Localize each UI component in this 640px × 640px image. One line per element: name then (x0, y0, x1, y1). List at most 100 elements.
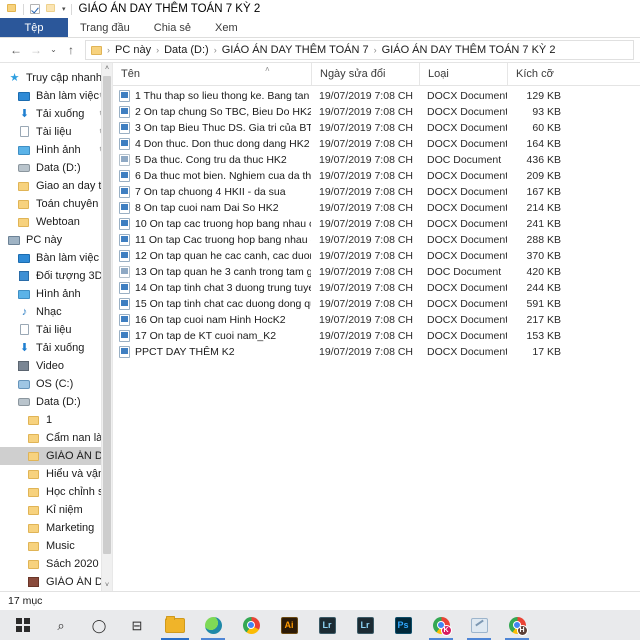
table-row[interactable]: 13 On tap quan he 3 canh trong tam giac.… (113, 264, 640, 280)
table-row[interactable]: 14 On tap tinh chat 3 duong trung tuyen … (113, 280, 640, 296)
file-explorer-button[interactable] (156, 610, 194, 640)
column-header-size[interactable]: Kích cỡ (507, 63, 567, 85)
sidebar-item[interactable]: PC này (0, 231, 112, 249)
column-header-date[interactable]: Ngày sửa đổi (311, 63, 419, 85)
table-row[interactable]: 5 Da thuc. Cong tru da thuc HK2 19/07/201… (113, 152, 640, 168)
file-name-cell[interactable]: 1 Thu thap so lieu thong ke. Bang tan so… (113, 90, 311, 102)
file-name-cell[interactable]: 3 On tap Bieu Thuc DS. Gia tri của BTDS … (113, 122, 311, 134)
sidebar-item[interactable]: Cẩm nan làm n (0, 429, 112, 447)
file-name-cell[interactable]: 10 On tap cac truong hop bang nhau cua..… (113, 218, 311, 230)
sidebar-item[interactable]: Tài liệu (0, 321, 112, 339)
file-name-cell[interactable]: 4 Don thuc. Don thuc dong dang HK2 (113, 138, 311, 150)
sidebar-item[interactable]: Marketing (0, 519, 112, 537)
sidebar-item[interactable]: ⬇ Tải xuống (0, 339, 112, 357)
sidebar-item[interactable]: 1 (0, 411, 112, 429)
chrome-button[interactable] (232, 610, 270, 640)
quick-access-folder-icon[interactable] (7, 3, 17, 15)
chrome-h-button[interactable]: H (498, 610, 536, 640)
table-row[interactable]: 11 On tap Cac truong hop bang nhau cua..… (113, 232, 640, 248)
column-header-type[interactable]: Loại (419, 63, 507, 85)
table-row[interactable]: 8 On tap cuoi nam Dai So HK2 19/07/2019 7… (113, 200, 640, 216)
tab-home[interactable]: Trang đầu (68, 18, 142, 37)
new-folder-icon[interactable] (46, 3, 56, 15)
coccoc-button[interactable] (194, 610, 232, 640)
chevron-down-icon[interactable]: ▾ (62, 6, 66, 13)
illustrator-button[interactable]: Ai (270, 610, 308, 640)
file-name-cell[interactable]: 16 On tap cuoi nam Hinh HocK2 (113, 314, 311, 326)
sidebar-item[interactable]: ⬇Tải xuống✎ (0, 105, 112, 123)
file-name-cell[interactable]: 5 Da thuc. Cong tru da thuc HK2 (113, 154, 311, 166)
file-name-cell[interactable]: 11 On tap Cac truong hop bang nhau cua..… (113, 234, 311, 246)
chevron-down-icon[interactable]: ⌄ (46, 40, 61, 60)
sidebar-item[interactable]: Data (D:) (0, 393, 112, 411)
table-row[interactable]: PPCT DAY THÊM K2 19/07/2019 7:08 CH DOCX D… (113, 344, 640, 360)
column-header-name[interactable]: Tên (113, 63, 311, 85)
file-name-cell[interactable]: 14 On tap tinh chat 3 duong trung tuyen … (113, 282, 311, 294)
tab-file[interactable]: Tệp (0, 18, 68, 37)
file-name-cell[interactable]: 8 On tap cuoi nam Dai So HK2 (113, 202, 311, 214)
search-button[interactable]: ⌕ (42, 610, 80, 640)
sidebar-item[interactable]: Hiểu và vận dụ (0, 465, 112, 483)
tab-view[interactable]: Xem (203, 18, 250, 37)
sidebar-item[interactable]: Toán chuyên 9 và (0, 195, 112, 213)
sidebar-item[interactable]: Đối tượng 3D (0, 267, 112, 285)
forward-arrow-icon[interactable]: → (26, 40, 46, 60)
table-row[interactable]: 2 On tap chung So TBC, Bieu Do HK2 19/07/… (113, 104, 640, 120)
file-name-cell[interactable]: 17 On tap de KT cuoi nam_K2 (113, 330, 311, 342)
scrollbar-thumb[interactable] (103, 76, 111, 554)
table-row[interactable]: 17 On tap de KT cuoi nam_K2 19/07/2019 7:… (113, 328, 640, 344)
breadcrumb-item-data[interactable]: Data (D:) (164, 44, 209, 56)
up-arrow-icon[interactable]: ↑ (61, 40, 81, 60)
sidebar-item[interactable]: GIÁO ÁN DAY (0, 447, 112, 465)
sidebar-item[interactable]: Bàn làm việc (0, 249, 112, 267)
cortana-button[interactable]: ◯ (80, 610, 118, 640)
sidebar-item[interactable]: Hình ảnh✎ (0, 141, 112, 159)
tab-share[interactable]: Chia sẻ (142, 18, 203, 37)
table-row[interactable]: 4 Don thuc. Don thuc dong dang HK2 19/07/… (113, 136, 640, 152)
file-name-cell[interactable]: 7 On tap chuong 4 HKII - da sua (113, 186, 311, 198)
file-name-cell[interactable]: 13 On tap quan he 3 canh trong tam giac.… (113, 266, 311, 278)
file-name-cell[interactable]: 12 On tap quan he cac canh, cac duong tr… (113, 250, 311, 262)
table-row[interactable]: 6 Da thuc mot bien. Nghiem cua da thuc .… (113, 168, 640, 184)
breadcrumb-item-pc[interactable]: PC này (115, 44, 151, 56)
lightroom-button[interactable]: Lr (308, 610, 346, 640)
chevron-down-icon[interactable]: ˅ (102, 580, 112, 591)
sidebar-item[interactable]: Kỉ niệm (0, 501, 112, 519)
chrome-k-button[interactable]: K (422, 610, 460, 640)
sidebar-item[interactable]: Giao an day ther (0, 177, 112, 195)
breadcrumb-item-parent[interactable]: GIÁO ÁN DAY THÊM TOÁN 7 (222, 44, 369, 56)
breadcrumb-item-current[interactable]: GIÁO ÁN DAY THÊM TOÁN 7 KỲ 2 (382, 44, 556, 56)
back-arrow-icon[interactable]: ← (6, 40, 26, 60)
table-row[interactable]: 16 On tap cuoi nam Hinh HocK2 19/07/2019 … (113, 312, 640, 328)
sidebar-item[interactable]: OS (C:) (0, 375, 112, 393)
table-row[interactable]: 10 On tap cac truong hop bang nhau cua..… (113, 216, 640, 232)
file-name-cell[interactable]: 6 Da thuc mot bien. Nghiem cua da thuc .… (113, 170, 311, 182)
lightroom-2-button[interactable]: Lr (346, 610, 384, 640)
properties-icon[interactable] (30, 3, 40, 15)
photoshop-button[interactable]: Ps (384, 610, 422, 640)
sidebar-item[interactable]: Music (0, 537, 112, 555)
file-name-cell[interactable]: PPCT DAY THÊM K2 (113, 346, 311, 358)
sidebar-scrollbar[interactable]: ˄ ˅ (101, 63, 112, 591)
sidebar-item[interactable]: Tài liệu✎ (0, 123, 112, 141)
start-button[interactable] (4, 610, 42, 640)
breadcrumb[interactable]: › PC này › Data (D:) › GIÁO ÁN DAY THÊM … (85, 40, 634, 60)
sidebar-item[interactable]: Data (D:) (0, 159, 112, 177)
table-row[interactable]: 12 On tap quan he cac canh, cac duong tr… (113, 248, 640, 264)
sidebar-item[interactable]: Webtoan (0, 213, 112, 231)
table-row[interactable]: 15 On tap tinh chat cac duong dong quy .… (113, 296, 640, 312)
sidebar-item[interactable]: Học chỉnh sửa (0, 483, 112, 501)
sidebar-item[interactable]: Bàn làm việc✎ (0, 87, 112, 105)
table-row[interactable]: 1 Thu thap so lieu thong ke. Bang tan so… (113, 88, 640, 104)
sidebar-item[interactable]: ♪ Nhạc (0, 303, 112, 321)
chevron-up-icon[interactable]: ˄ (102, 63, 112, 74)
sidebar-item[interactable]: GIÁO ÁN DAY (0, 573, 112, 591)
task-view-button[interactable]: ⊟ (118, 610, 156, 640)
file-name-cell[interactable]: 15 On tap tinh chat cac duong dong quy .… (113, 298, 311, 310)
table-row[interactable]: 7 On tap chuong 4 HKII - da sua 19/07/201… (113, 184, 640, 200)
sidebar-item[interactable]: Hình ảnh (0, 285, 112, 303)
sidebar-item[interactable]: Video (0, 357, 112, 375)
table-row[interactable]: 3 On tap Bieu Thuc DS. Gia tri của BTDS … (113, 120, 640, 136)
sidebar-item[interactable]: ★ Truy cập nhanh (0, 69, 112, 87)
file-name-cell[interactable]: 2 On tap chung So TBC, Bieu Do HK2 (113, 106, 311, 118)
